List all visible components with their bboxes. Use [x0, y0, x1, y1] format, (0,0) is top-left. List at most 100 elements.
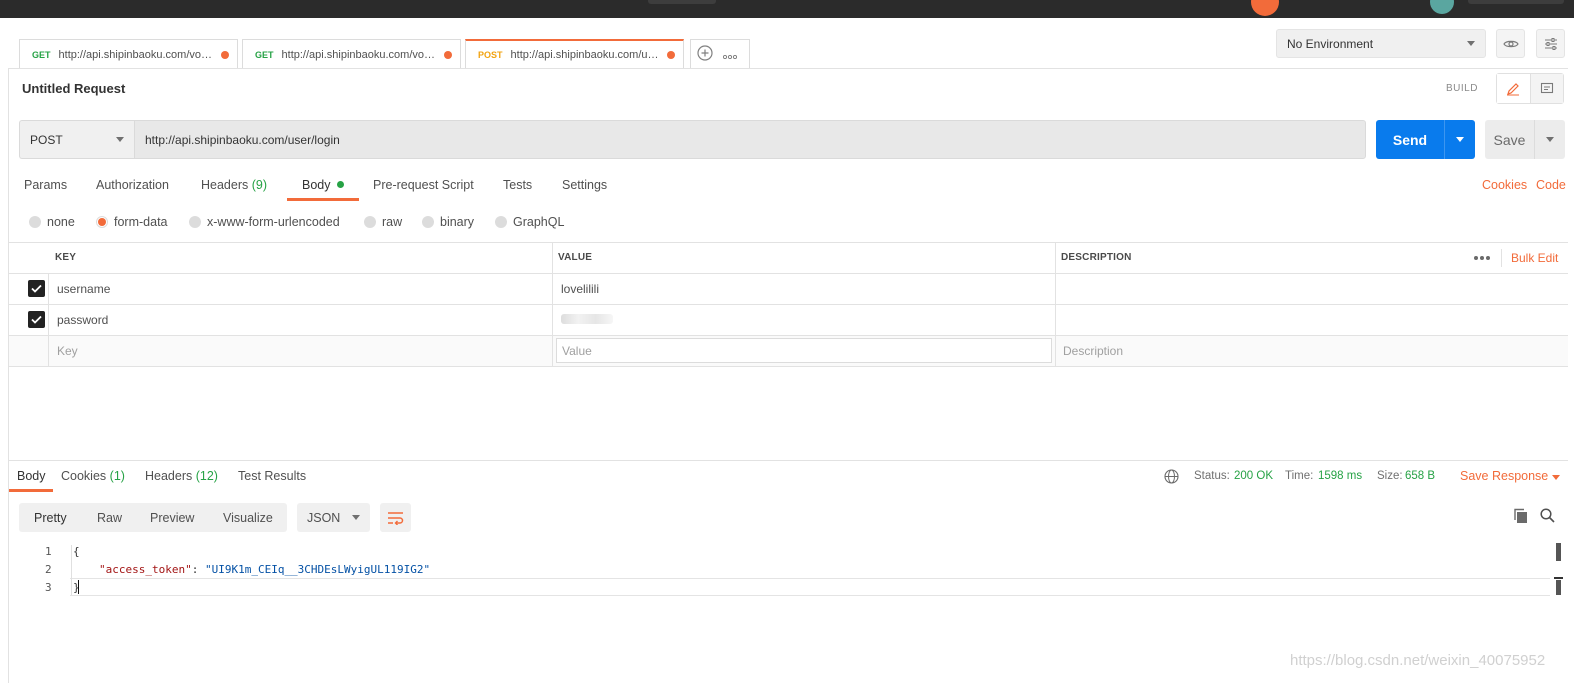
- radio-raw[interactable]: raw: [364, 215, 402, 229]
- chevron-down-icon: [116, 137, 124, 142]
- wrap-lines-button[interactable]: [380, 503, 411, 532]
- view-raw[interactable]: Raw: [97, 511, 122, 525]
- save-response-button[interactable]: Save Response: [1460, 469, 1548, 483]
- tab-params[interactable]: Params: [24, 178, 67, 192]
- divider: [1501, 249, 1502, 267]
- search-icon[interactable]: [1540, 508, 1555, 526]
- column-header-key: KEY: [55, 252, 77, 263]
- view-preview[interactable]: Preview: [150, 511, 194, 525]
- scrollbar-thumb[interactable]: [1556, 543, 1561, 561]
- active-tab-indicator: [287, 198, 359, 201]
- tab-pre-request-script[interactable]: Pre-request Script: [373, 178, 474, 192]
- url-value: http://api.shipinbaoku.com/user/login: [145, 132, 340, 147]
- table-border: [8, 273, 1568, 274]
- chevron-down-icon[interactable]: [1552, 475, 1560, 480]
- view-visualize[interactable]: Visualize: [223, 511, 273, 525]
- radio-label: binary: [440, 215, 475, 229]
- environment-label: No Environment: [1287, 36, 1374, 51]
- tab-method: GET: [32, 49, 51, 60]
- radio-circle-selected: [96, 216, 108, 228]
- tab-body[interactable]: Body: [302, 178, 344, 192]
- save-button[interactable]: Save: [1485, 120, 1565, 159]
- tab-settings[interactable]: Settings: [562, 178, 607, 192]
- method-select[interactable]: POST: [19, 120, 134, 159]
- cookies-link[interactable]: Cookies: [1482, 178, 1527, 192]
- request-tab-active[interactable]: POST http://api.shipinbaoku.com/us...: [465, 39, 684, 69]
- comment-icon: [1540, 82, 1553, 93]
- globe-icon[interactable]: [1164, 469, 1179, 487]
- table-border: [8, 304, 1568, 305]
- code-link[interactable]: Code: [1536, 178, 1566, 192]
- status-value[interactable]: 200 OK: [1234, 470, 1273, 482]
- new-value-input[interactable]: Value: [556, 338, 1052, 363]
- environment-select[interactable]: No Environment: [1276, 29, 1486, 58]
- mode-switcher: [1496, 73, 1564, 104]
- edit-mode-button[interactable]: [1497, 74, 1531, 103]
- environment-quick-look-button[interactable]: [1496, 29, 1525, 58]
- copy-icon[interactable]: [1513, 508, 1529, 527]
- app-title-bar: [0, 0, 1574, 18]
- more-options-icon[interactable]: [1474, 250, 1490, 264]
- radio-circle: [422, 216, 434, 228]
- unsaved-dot-icon: [444, 50, 452, 59]
- response-tab-cookies-label: Cookies: [61, 469, 107, 483]
- tab-headers[interactable]: Headers (9): [201, 178, 267, 192]
- save-label: Save: [1493, 131, 1526, 148]
- radio-form-data[interactable]: form-data: [96, 215, 168, 229]
- method-label: POST: [30, 132, 63, 147]
- panel-border: [8, 69, 9, 683]
- radio-circle: [495, 216, 507, 228]
- manage-environments-button[interactable]: [1536, 29, 1565, 58]
- view-pretty[interactable]: Pretty: [34, 511, 67, 525]
- send-options-button[interactable]: [1445, 137, 1475, 142]
- row-key[interactable]: username: [57, 282, 110, 296]
- unsaved-dot-icon: [667, 51, 675, 59]
- new-description-input[interactable]: Description: [1063, 344, 1123, 358]
- chevron-down-icon: [1546, 137, 1554, 142]
- radio-x-www-form-urlencoded[interactable]: x-www-form-urlencoded: [189, 215, 340, 229]
- status-label: Status:: [1194, 470, 1230, 482]
- redacted-password-value[interactable]: [561, 314, 613, 324]
- radio-graphql[interactable]: GraphQL: [495, 215, 564, 229]
- headers-count: (9): [251, 178, 268, 192]
- table-border: [8, 242, 1568, 243]
- radio-label: none: [47, 215, 75, 229]
- new-tab-icon[interactable]: [697, 45, 713, 64]
- response-tab-body[interactable]: Body: [17, 469, 46, 483]
- request-tab[interactable]: GET http://api.shipinbaoku.com/vod...: [19, 39, 238, 69]
- request-tab[interactable]: GET http://api.shipinbaoku.com/vod...: [242, 39, 461, 69]
- user-icon[interactable]: [1430, 0, 1454, 14]
- comments-mode-button[interactable]: [1530, 74, 1563, 103]
- avatar[interactable]: [1251, 0, 1279, 16]
- tab-actions: [690, 39, 750, 69]
- eye-icon: [1502, 40, 1519, 47]
- row-checkbox[interactable]: [28, 280, 45, 297]
- radio-none[interactable]: none: [29, 215, 75, 229]
- scrollbar-marker: [1554, 577, 1563, 579]
- title-bar-element: [1468, 0, 1564, 4]
- tab-tests[interactable]: Tests: [503, 178, 532, 192]
- size-value[interactable]: 658 B: [1405, 470, 1435, 482]
- request-name[interactable]: Untitled Request: [22, 81, 125, 96]
- tab-authorization[interactable]: Authorization: [96, 178, 169, 192]
- more-tabs-icon[interactable]: [722, 48, 738, 62]
- time-value[interactable]: 1598 ms: [1318, 470, 1362, 482]
- radio-circle: [364, 216, 376, 228]
- save-options-button[interactable]: [1535, 137, 1565, 142]
- row-key[interactable]: password: [57, 313, 108, 327]
- send-button[interactable]: Send: [1376, 120, 1475, 159]
- url-input[interactable]: http://api.shipinbaoku.com/user/login: [134, 120, 1366, 159]
- tab-divider: [8, 68, 1568, 69]
- row-checkbox[interactable]: [28, 311, 45, 328]
- size-label: Size:: [1377, 470, 1403, 482]
- format-select[interactable]: JSON: [297, 503, 370, 532]
- radio-binary[interactable]: binary: [422, 215, 474, 229]
- bulk-edit-link[interactable]: Bulk Edit: [1511, 251, 1558, 265]
- scrollbar-thumb[interactable]: [1556, 580, 1561, 595]
- response-tab-headers[interactable]: Headers (12): [145, 469, 218, 483]
- response-tab-test-results[interactable]: Test Results: [238, 469, 306, 483]
- json-line[interactable]: "access_token": "UI9K1m_CEIq__3CHDEsLWyi…: [99, 563, 430, 576]
- response-tab-cookies[interactable]: Cookies (1): [61, 469, 125, 483]
- new-key-input[interactable]: Key: [57, 344, 78, 358]
- row-value[interactable]: lovelilili: [561, 282, 599, 296]
